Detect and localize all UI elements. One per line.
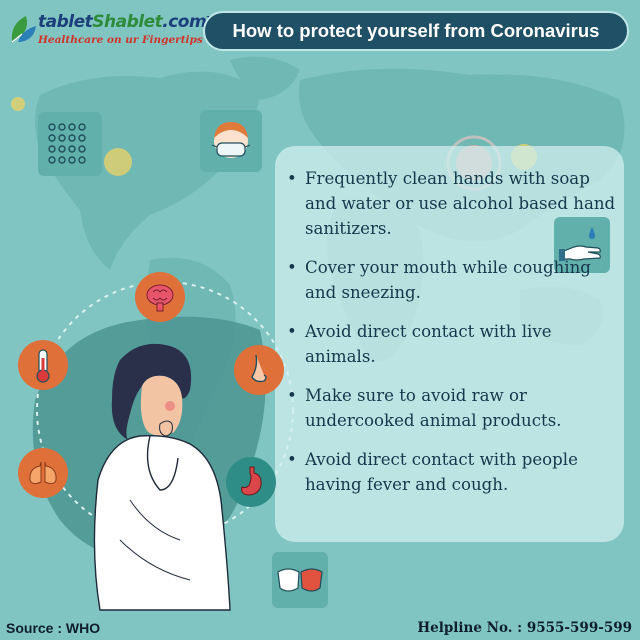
- brain-circle: [135, 272, 185, 322]
- mask-face-tile: [200, 110, 262, 172]
- helpline-text: Helpline No. : 9555-599-599: [417, 620, 632, 636]
- bullet-icon: •: [287, 258, 297, 277]
- nose-circle: [234, 345, 284, 395]
- tip-item: • Avoid direct contact with live animals…: [287, 319, 622, 369]
- bullet-icon: •: [287, 169, 297, 188]
- tip-item: • Frequently clean hands with soap and w…: [287, 166, 622, 241]
- tip-text: Avoid direct contact with people having …: [305, 450, 578, 494]
- page-title: How to protect yourself from Coronavirus: [203, 11, 629, 51]
- leaf-logo-icon: [11, 16, 36, 43]
- tip-text: Make sure to avoid raw or undercooked an…: [305, 386, 562, 430]
- thermometer-circle: [18, 340, 68, 390]
- tip-item: • Cover your mouth while coughing and sn…: [287, 255, 622, 305]
- infographic: tabletShablet.comTM Healthcare on ur Fin…: [0, 0, 640, 640]
- brand-tagline: Healthcare on ur Fingertips: [38, 34, 203, 46]
- tip-item: • Make sure to avoid raw or undercooked …: [287, 383, 622, 433]
- lungs-icon: [29, 461, 57, 485]
- crowd-icon: [48, 123, 86, 164]
- brand-name: tabletShablet.comTM: [38, 12, 216, 32]
- page-title-text: How to protect yourself from Coronavirus: [232, 20, 600, 41]
- tip-text: Frequently clean hands with soap and wat…: [305, 169, 616, 238]
- thermometer-icon: [36, 349, 50, 383]
- bullet-icon: •: [287, 322, 297, 341]
- mask-face-icon: [211, 122, 251, 158]
- masks-pair-icon: [277, 568, 323, 592]
- masks-pair-tile: [272, 552, 328, 608]
- brand-logo[interactable]: tabletShablet.comTM Healthcare on ur Fin…: [8, 8, 216, 54]
- tips-list: • Frequently clean hands with soap and w…: [287, 166, 622, 511]
- coughing-person-illustration: [93, 343, 231, 611]
- tip-text: Avoid direct contact with live animals.: [305, 322, 552, 366]
- brain-icon: [146, 284, 174, 312]
- nose-icon: [251, 354, 267, 383]
- bullet-icon: •: [287, 386, 297, 405]
- tip-text: Cover your mouth while coughing and snee…: [305, 258, 591, 302]
- source-text: Source : WHO: [6, 620, 101, 636]
- lungs-circle: [18, 448, 68, 498]
- tip-item: • Avoid direct contact with people havin…: [287, 447, 622, 497]
- crowd-tile: [38, 112, 102, 176]
- bullet-icon: •: [287, 450, 297, 469]
